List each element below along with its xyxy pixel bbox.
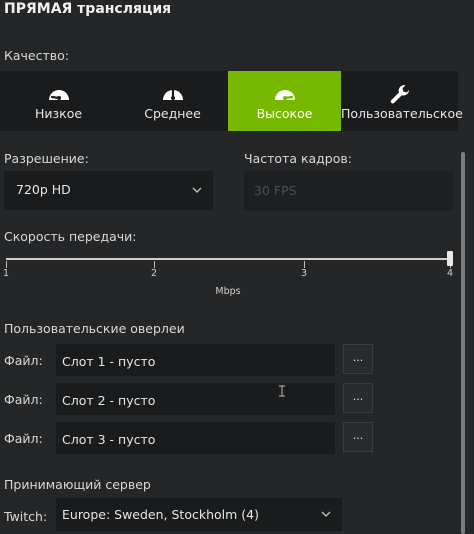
slider-tick (154, 261, 155, 268)
overlay-2-field[interactable]: Слот 2 - пусто (56, 383, 335, 415)
overlay-2-browse-button[interactable]: ... (343, 383, 373, 413)
quality-medium-label: Среднее (144, 106, 201, 121)
resolution-value: 720p HD (16, 182, 71, 197)
server-value: Europe: Sweden, Stockholm (4) (62, 507, 259, 522)
overlay-1-browse-label: ... (352, 351, 364, 364)
quality-low-label: Низкое (34, 106, 83, 121)
quality-medium-button[interactable]: Среднее (117, 71, 228, 131)
overlay-3-browse-button[interactable]: ... (343, 422, 373, 452)
framerate-label: Частота кадров: (244, 151, 352, 166)
quality-custom-button[interactable]: Пользовательское (341, 71, 463, 131)
quality-low-button[interactable]: Низкое (0, 71, 117, 131)
overlay-3-value: Слот 3 - пусто (62, 432, 156, 447)
scrollbar[interactable] (461, 152, 465, 534)
slider-tick-label: 1 (2, 268, 10, 279)
resolution-label: Разрешение: (4, 151, 89, 166)
server-dropdown[interactable]: Europe: Sweden, Stockholm (4) (56, 498, 342, 531)
text-cursor-icon (279, 385, 285, 397)
slider-tick (304, 261, 305, 268)
chevron-down-icon (192, 187, 202, 193)
bitrate-unit: Mbps (215, 286, 241, 297)
overlay-2-value: Слот 2 - пусто (62, 393, 156, 408)
bitrate-label: Скорость передачи: (4, 229, 137, 244)
quality-high-button[interactable]: Высокое (228, 71, 341, 131)
overlay-1-file-label: Файл: (4, 353, 43, 368)
resolution-dropdown[interactable]: 720p HD (4, 171, 213, 210)
gauge-low-icon (48, 90, 69, 100)
slider-tick-label: 3 (300, 268, 308, 279)
overlay-1-field[interactable]: Слот 1 - пусто (56, 344, 335, 376)
overlay-3-browse-label: ... (352, 429, 364, 442)
overlay-2-file-label: Файл: (4, 392, 43, 407)
quality-selector: Низкое Среднее Высокое Пользовательское (0, 71, 463, 131)
panel-title: ПРЯМАЯ трансляция (4, 1, 172, 17)
slider-tick-label: 2 (150, 268, 158, 279)
framerate-field: 30 FPS (244, 171, 453, 210)
overlay-1-value: Слот 1 - пусто (62, 354, 156, 369)
quality-high-label: Высокое (256, 106, 313, 121)
chevron-down-icon (321, 511, 331, 517)
overlays-label: Пользовательские оверлеи (4, 321, 185, 336)
slider-tick-label: 4 (446, 268, 454, 279)
bitrate-slider-track[interactable] (6, 258, 450, 260)
framerate-value: 30 FPS (254, 183, 297, 198)
quality-custom-label: Пользовательское (341, 106, 463, 121)
overlay-3-file-label: Файл: (4, 431, 43, 446)
gauge-high-icon (274, 90, 295, 100)
bitrate-slider-thumb[interactable] (447, 251, 453, 266)
wrench-icon (390, 85, 409, 104)
quality-label: Качество: (4, 48, 69, 63)
overlay-2-browse-label: ... (352, 390, 364, 403)
twitch-label: Twitch: (4, 509, 48, 524)
gauge-medium-icon (162, 87, 183, 100)
overlay-3-field[interactable]: Слот 3 - пусто (56, 422, 335, 454)
slider-tick (6, 261, 7, 268)
server-label: Принимающий сервер (4, 477, 151, 492)
overlay-1-browse-button[interactable]: ... (343, 344, 373, 374)
